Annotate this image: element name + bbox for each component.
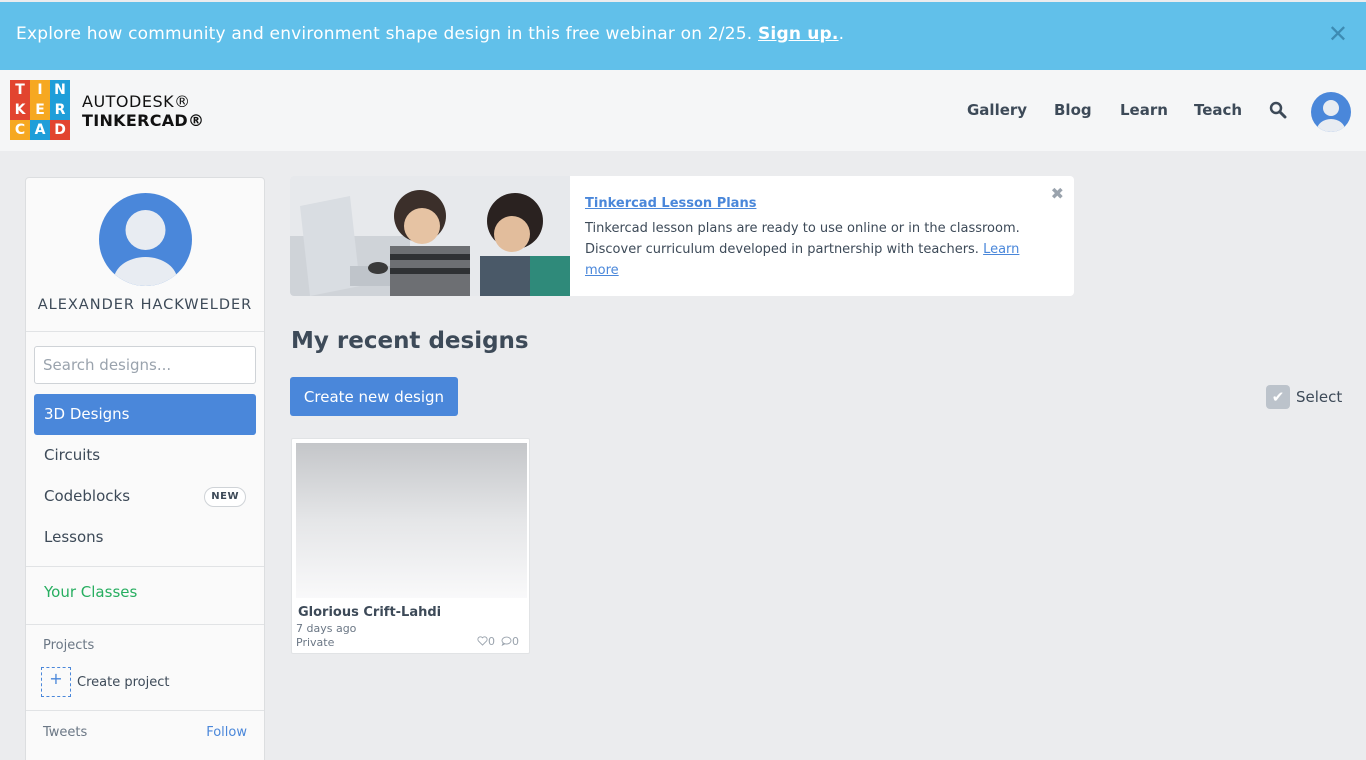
logo-letter: N (50, 80, 70, 100)
sidebar-item-circuits[interactable]: Circuits (34, 435, 256, 476)
design-date: 7 days ago (296, 622, 357, 635)
logo-letter: D (50, 120, 70, 140)
comment-icon (501, 636, 512, 647)
heart-icon (477, 636, 488, 646)
logo-letter: C (10, 120, 30, 140)
logo-letter: A (30, 120, 50, 140)
header: TINKERCAD AUTODESK® TINKERCAD® Gallery B… (0, 70, 1366, 151)
sidebar-item-label: Codeblocks (44, 487, 131, 505)
sidebar-item-lessons[interactable]: Lessons (34, 517, 256, 558)
logo-letter: R (50, 100, 70, 120)
design-thumbnail[interactable] (296, 443, 527, 598)
nav-teach[interactable]: Teach (1194, 101, 1242, 119)
divider (26, 566, 264, 567)
close-icon[interactable]: ✖ (1051, 184, 1064, 203)
nav-gallery[interactable]: Gallery (967, 101, 1027, 119)
projects-heading: Projects (43, 638, 95, 653)
logo-tinkercad: TINKERCAD® (82, 111, 205, 130)
tweets-heading: Tweets (43, 725, 88, 740)
divider (26, 624, 264, 625)
create-project-label: Create project (77, 674, 170, 690)
page-title: My recent designs (291, 328, 529, 354)
select-toggle[interactable]: ✔ Select (1266, 385, 1342, 409)
sidebar-item-label: Lessons (44, 528, 104, 546)
sidebar: ALEXANDER HACKWELDER 3D Designs Circuits… (25, 177, 265, 760)
design-card[interactable]: Glorious Crift-Lahdi 7 days ago Private … (291, 438, 530, 654)
profile-avatar-icon[interactable] (99, 193, 192, 286)
lesson-image (290, 176, 570, 296)
likes-value: 0 (488, 635, 495, 648)
design-name[interactable]: Glorious Crift-Lahdi (298, 605, 441, 620)
design-stats: 0 0 (477, 635, 519, 648)
profile-name[interactable]: ALEXANDER HACKWELDER (26, 297, 264, 313)
sidebar-item-3d-designs[interactable]: 3D Designs (34, 394, 256, 435)
likes-count: 0 (477, 635, 495, 648)
sidebar-item-label: Circuits (44, 446, 101, 464)
design-privacy: Private (296, 636, 335, 649)
create-project-button[interactable]: + Create project (41, 667, 169, 697)
logo-letter: E (30, 100, 50, 120)
logo-letter: I (30, 80, 50, 100)
sidebar-item-label: 3D Designs (44, 405, 130, 423)
announcement-banner: Explore how community and environment sh… (0, 2, 1366, 70)
tinkercad-logo[interactable]: TINKERCAD (10, 80, 70, 140)
lesson-body-text: Tinkercad lesson plans are ready to use … (585, 221, 1020, 257)
banner-trailing: . (838, 24, 845, 44)
logo-letter: T (10, 80, 30, 100)
banner-message: Explore how community and environment sh… (16, 24, 758, 44)
lesson-plans-title-link[interactable]: Tinkercad Lesson Plans (585, 196, 756, 211)
create-new-design-button[interactable]: Create new design (290, 377, 458, 416)
comments-count: 0 (501, 635, 519, 648)
nav-learn[interactable]: Learn (1120, 101, 1168, 119)
logo-text[interactable]: AUTODESK® TINKERCAD® (82, 92, 204, 130)
follow-link[interactable]: Follow (206, 725, 247, 740)
sidebar-item-codeblocks[interactable]: Codeblocks NEW (34, 476, 256, 517)
search-icon[interactable] (1269, 101, 1287, 119)
select-label: Select (1296, 388, 1343, 406)
close-icon[interactable]: ✕ (1328, 22, 1348, 46)
comments-value: 0 (512, 635, 519, 648)
divider (26, 331, 264, 332)
logo-autodesk: AUTODESK® (82, 92, 191, 111)
checkbox-icon[interactable]: ✔ (1266, 385, 1290, 409)
nav-blog[interactable]: Blog (1054, 101, 1092, 119)
lesson-plans-description: Tinkercad lesson plans are ready to use … (585, 218, 1045, 281)
search-designs-input[interactable] (34, 346, 256, 384)
logo-letter: K (10, 100, 30, 120)
banner-signup-link[interactable]: Sign up. (758, 24, 839, 44)
new-badge: NEW (204, 487, 246, 507)
lesson-plans-card: Tinkercad Lesson Plans Tinkercad lesson … (290, 176, 1074, 296)
your-classes-link[interactable]: Your Classes (44, 583, 137, 601)
user-avatar-icon[interactable] (1311, 92, 1351, 132)
banner-text: Explore how community and environment sh… (16, 24, 844, 44)
divider (26, 710, 264, 711)
plus-icon: + (41, 667, 71, 697)
